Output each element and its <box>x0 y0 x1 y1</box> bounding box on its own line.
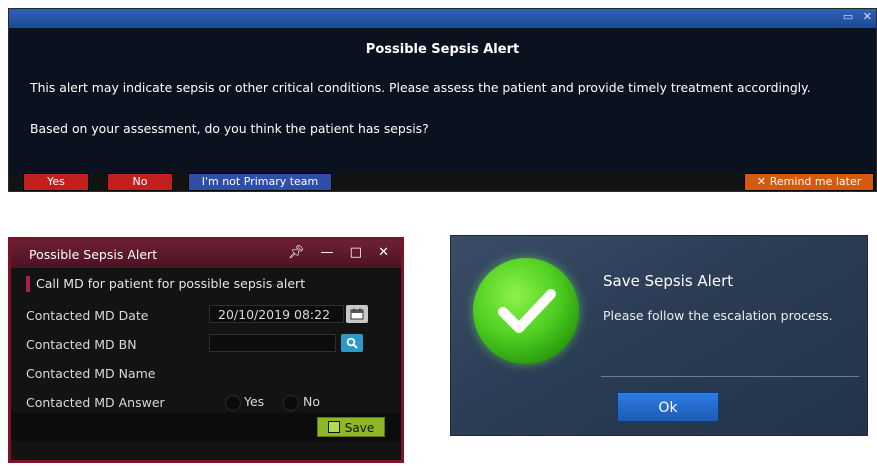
answer-no-label: No <box>303 394 320 409</box>
sepsis-form-window: Possible Sepsis Alert 📌︎ — □ ✕ Call MD f… <box>8 237 404 463</box>
save-confirmation-dialog: Save Sepsis Alert Please follow the esca… <box>450 235 868 436</box>
save-icon <box>327 421 340 433</box>
contacted-md-bn-input[interactable] <box>209 334 336 352</box>
save-label: Save <box>344 421 375 435</box>
contacted-md-answer-label: Contacted MD Answer <box>26 395 165 410</box>
remind-me-later-button[interactable]: ✕ Remind me later <box>744 173 874 191</box>
remind-me-later-label: Remind me later <box>769 175 862 188</box>
search-icon[interactable] <box>341 334 363 352</box>
minimize-icon[interactable]: — <box>321 245 336 260</box>
maximize-icon[interactable]: □ <box>350 245 364 260</box>
answer-yes-radio[interactable] <box>225 395 241 411</box>
alert-message: This alert may indicate sepsis or other … <box>30 80 811 95</box>
alert-titlebar: ▭ ✕ <box>9 9 876 28</box>
alert-title: Possible Sepsis Alert <box>365 42 520 57</box>
alert-footer: Yes No I'm not Primary team ✕ Remind me … <box>9 173 876 191</box>
answer-yes-label: Yes <box>244 394 265 409</box>
dialog-title: Save Sepsis Alert <box>603 272 734 290</box>
close-icon[interactable]: ✕ <box>378 245 391 260</box>
form-window-title: Possible Sepsis Alert <box>29 247 158 262</box>
form-footer: Save <box>11 413 401 441</box>
contacted-md-date-label: Contacted MD Date <box>26 308 149 323</box>
maximize-icon[interactable]: ▭ <box>843 10 853 23</box>
contacted-md-date-field[interactable]: 20/10/2019 08:22 <box>209 305 344 323</box>
pin-icon[interactable]: 📌︎ <box>288 245 307 260</box>
sepsis-alert-dialog: ▭ ✕ Possible Sepsis Alert This alert may… <box>8 8 877 192</box>
contacted-md-bn-label: Contacted MD BN <box>26 337 137 352</box>
form-titlebar: Possible Sepsis Alert 📌︎ — □ ✕ <box>11 240 401 268</box>
x-icon: ✕ <box>756 175 770 188</box>
divider <box>601 376 859 377</box>
ok-button[interactable]: Ok <box>617 392 719 422</box>
close-icon[interactable]: ✕ <box>863 10 872 23</box>
no-button[interactable]: No <box>107 173 173 191</box>
section-header: Call MD for patient for possible sepsis … <box>26 276 305 292</box>
yes-button[interactable]: Yes <box>23 173 89 191</box>
not-primary-team-button[interactable]: I'm not Primary team <box>188 173 332 191</box>
dialog-message: Please follow the escalation process. <box>603 308 833 323</box>
save-button[interactable]: Save <box>317 417 385 437</box>
answer-no-radio[interactable] <box>283 395 299 411</box>
contacted-md-name-label: Contacted MD Name <box>26 366 156 381</box>
checkmark-icon <box>473 258 579 364</box>
alert-question: Based on your assessment, do you think t… <box>30 121 429 136</box>
calendar-icon[interactable] <box>346 305 368 323</box>
